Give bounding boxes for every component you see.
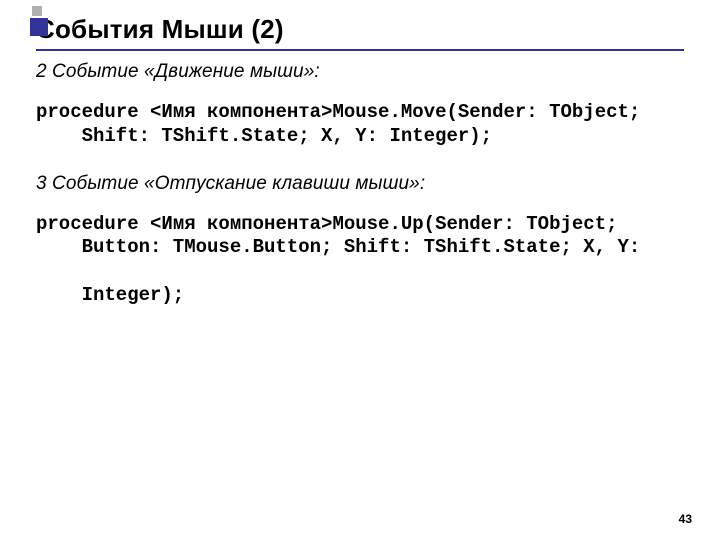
title-underline — [36, 49, 684, 51]
title-block: События Мыши (2) — [36, 14, 684, 51]
title-bullet-accent-icon — [32, 6, 42, 16]
code-line: procedure <Имя компонента>Mouse.Up(Sende… — [36, 213, 618, 235]
code-line: Shift: TShift.State; X, Y: Integer); — [36, 125, 684, 149]
code-line: Button: TMouse.Button; Shift: TShift.Sta… — [36, 236, 684, 260]
code-block-2: procedure <Имя компонента>Mouse.Up(Sende… — [36, 213, 684, 308]
section-heading-1: 2 Событие «Движение мыши»: — [36, 61, 684, 83]
slide: События Мыши (2) 2 Событие «Движение мыш… — [0, 0, 720, 540]
code-block-1: procedure <Имя компонента>Mouse.Move(Sen… — [36, 101, 684, 149]
title-bullet-icon — [30, 18, 48, 36]
page-title: События Мыши (2) — [36, 14, 684, 45]
code-line: Integer); — [36, 284, 684, 308]
code-line: procedure <Имя компонента>Mouse.Move(Sen… — [36, 101, 640, 123]
section-heading-2: 3 Событие «Отпускание клавиши мыши»: — [36, 173, 684, 195]
page-number: 43 — [679, 512, 692, 526]
